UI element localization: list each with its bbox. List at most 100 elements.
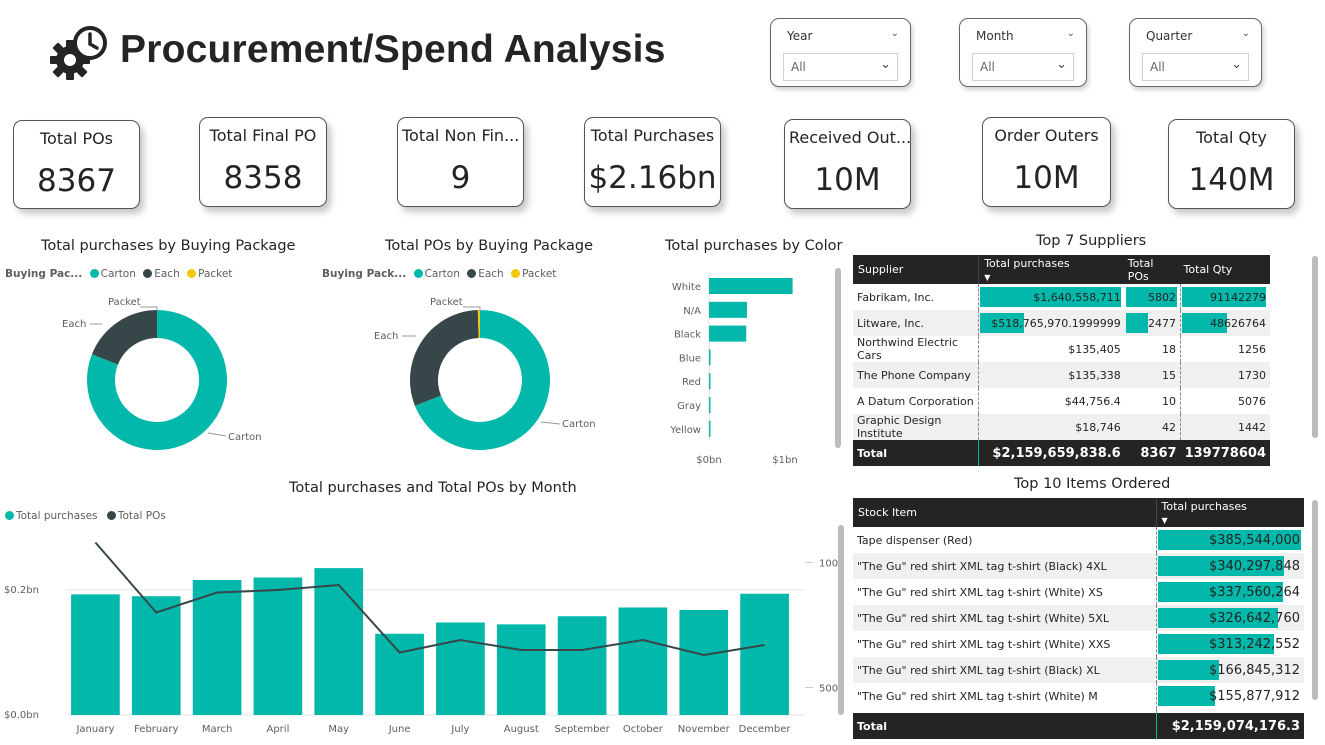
chevron-down-icon[interactable]: ⌄ — [891, 28, 899, 39]
purchases-value: $385,544,000 — [1209, 532, 1300, 548]
bar-august[interactable] — [496, 624, 546, 715]
x-tick-label: $1bn — [772, 455, 797, 466]
legend-item[interactable]: Each — [478, 268, 504, 280]
item-name: "The Gu" red shirt XML tag t-shirt (Whit… — [853, 605, 1156, 631]
year-dropdown[interactable]: All ⌄ — [783, 53, 898, 81]
column-header-total-pos[interactable]: Total POs — [1124, 255, 1181, 284]
total-purchases: $2,159,074,176.3 — [1155, 713, 1304, 739]
bar-yellow[interactable] — [709, 420, 711, 437]
table-row[interactable]: Graphic Design Institute $18,746 42 1442 — [853, 414, 1270, 440]
table-row[interactable]: Litware, Inc. $518,765,970.1999999 2477 … — [853, 310, 1270, 336]
table-row[interactable]: "The Gu" red shirt XML tag t-shirt (Whit… — [853, 579, 1304, 605]
table-row[interactable]: "The Gu" red shirt XML tag t-shirt (Whit… — [853, 683, 1304, 709]
bar-october[interactable] — [618, 607, 668, 716]
table-header-row: Stock Item Total purchases ▼ — [853, 498, 1304, 527]
bar-january[interactable] — [71, 594, 120, 715]
donut-slice-each[interactable] — [91, 310, 157, 365]
data-bar — [1157, 686, 1216, 706]
bar-april[interactable] — [253, 577, 303, 716]
table-row[interactable]: The Phone Company $135,338 15 1730 — [853, 362, 1270, 388]
combo-chart-purchases-pos-by-month[interactable]: $0.0bn$0.2bn5001000January February March A… — [0, 525, 850, 740]
purchases-value: $313,242,552 — [1209, 636, 1300, 652]
month-dropdown[interactable]: All ⌄ — [972, 53, 1074, 81]
bar-november[interactable] — [679, 610, 729, 715]
table-row[interactable]: "The Gu" red shirt XML tag t-shirt (Blac… — [853, 553, 1304, 579]
supplier-name: Litware, Inc. — [853, 310, 979, 336]
donut-chart-purchases-by-package[interactable]: Packet Each Carton — [40, 285, 300, 455]
bar-may[interactable] — [314, 568, 364, 715]
chevron-down-icon[interactable]: ⌄ — [1242, 28, 1250, 39]
kpi-card-order-outers: Order Outers 10M — [982, 117, 1111, 207]
table-row[interactable]: "The Gu" red shirt XML tag t-shirt (Whit… — [853, 605, 1304, 631]
x-tick-label: April — [266, 724, 289, 735]
column-header-stock-item[interactable]: Stock Item — [853, 498, 1156, 527]
bar-december[interactable] — [740, 593, 789, 715]
bar-red[interactable] — [709, 373, 711, 390]
table-row[interactable]: Northwind Electric Cars $135,405 18 1256 — [853, 336, 1270, 362]
table-row[interactable]: Tape dispenser (Red) $385,544,000 — [853, 527, 1304, 553]
purchases-cell: $155,877,912 — [1155, 683, 1304, 709]
pos-value: 10 — [1162, 394, 1177, 408]
legend-item[interactable]: Total POs — [118, 510, 166, 522]
bar-february[interactable] — [131, 596, 181, 715]
legend-item[interactable]: Packet — [522, 268, 556, 280]
dropdown-value: All — [791, 60, 806, 74]
total-purchases: $2,159,659,838.6 — [978, 440, 1125, 466]
pos-value: 15 — [1124, 362, 1181, 388]
scrollbar[interactable] — [1312, 500, 1318, 700]
leader-line — [540, 421, 561, 425]
quarter-slicer[interactable]: Quarter ⌄ All ⌄ — [1129, 18, 1262, 87]
table-row[interactable]: A Datum Corporation $44,756.4 10 5076 — [853, 388, 1270, 414]
supplier-name: Northwind Electric Cars — [857, 336, 959, 362]
scrollbar[interactable] — [835, 268, 841, 448]
bar-september[interactable] — [557, 616, 607, 715]
legend-title: Buying Pac... — [5, 268, 83, 280]
chevron-down-icon[interactable]: ⌄ — [1067, 28, 1075, 39]
total-qty: 139778604 — [1180, 440, 1270, 466]
legend-item[interactable]: Carton — [101, 268, 136, 280]
scrollbar[interactable] — [1312, 256, 1318, 438]
donut1-legend: Buying Pac... Carton Each Packet — [5, 268, 232, 280]
column-header-total-qty[interactable]: Total Qty — [1180, 255, 1270, 284]
bar-july[interactable] — [436, 622, 485, 716]
table-row[interactable]: "The Gu" red shirt XML tag t-shirt (Whit… — [853, 631, 1304, 657]
year-slicer[interactable]: Year ⌄ All ⌄ — [770, 18, 911, 87]
column-header-total-purchases[interactable]: Total purchases ▼ — [1155, 498, 1304, 527]
x-tick-label: September — [554, 724, 610, 735]
bar-blue[interactable] — [709, 349, 711, 366]
column-header-supplier[interactable]: Supplier — [853, 255, 979, 284]
donut-chart-pos-by-package[interactable]: Packet Each Carton — [360, 285, 620, 455]
bar-na[interactable] — [709, 301, 747, 318]
bar-black[interactable] — [709, 325, 747, 342]
item-name: Tape dispenser (Red) — [857, 533, 973, 547]
scrollbar[interactable] — [838, 525, 844, 715]
slice-label-carton: Carton — [228, 432, 262, 443]
bar-gray[interactable] — [709, 397, 711, 413]
bar-white[interactable] — [709, 278, 793, 294]
legend-item[interactable]: Total purchases — [16, 510, 98, 522]
qty-value: 1730 — [1180, 362, 1270, 388]
x-tick-label: February — [134, 724, 178, 735]
kpi-value: 10M — [814, 162, 881, 198]
purchases-value: $135,405 — [978, 336, 1125, 362]
table-row[interactable]: Fabrikam, Inc. $1,640,558,711 5802 91142… — [853, 284, 1270, 310]
x-tick-label: August — [504, 724, 539, 735]
table-row[interactable]: "The Gu" red shirt XML tag t-shirt (Blac… — [853, 657, 1304, 683]
column-label: Total purchases — [1161, 499, 1247, 513]
legend-item[interactable]: Each — [154, 268, 180, 280]
qty-value: 1442 — [1180, 414, 1270, 440]
items-table: Stock Item Total purchases ▼ Tape dispens… — [853, 498, 1304, 739]
bar-march[interactable] — [192, 580, 242, 715]
bar-june[interactable] — [375, 633, 424, 715]
quarter-dropdown[interactable]: All ⌄ — [1142, 53, 1249, 81]
legend-swatch-packet — [511, 269, 521, 278]
legend-item[interactable]: Carton — [425, 268, 460, 280]
gear-clock-icon — [50, 26, 107, 80]
column-header-total-purchases[interactable]: Total purchases ▼ — [978, 255, 1125, 284]
purchases-value: $518,765,970.1999999 — [991, 316, 1121, 330]
legend-swatch-total-purchases — [5, 511, 14, 520]
bar-chart-purchases-by-color[interactable]: White N/A Black Blue Red Gray Yellow $0bn $1bn — [660, 265, 830, 470]
legend-item[interactable]: Packet — [198, 268, 232, 280]
donut-slice-each[interactable] — [410, 310, 479, 406]
month-slicer[interactable]: Month ⌄ All ⌄ — [959, 18, 1087, 87]
